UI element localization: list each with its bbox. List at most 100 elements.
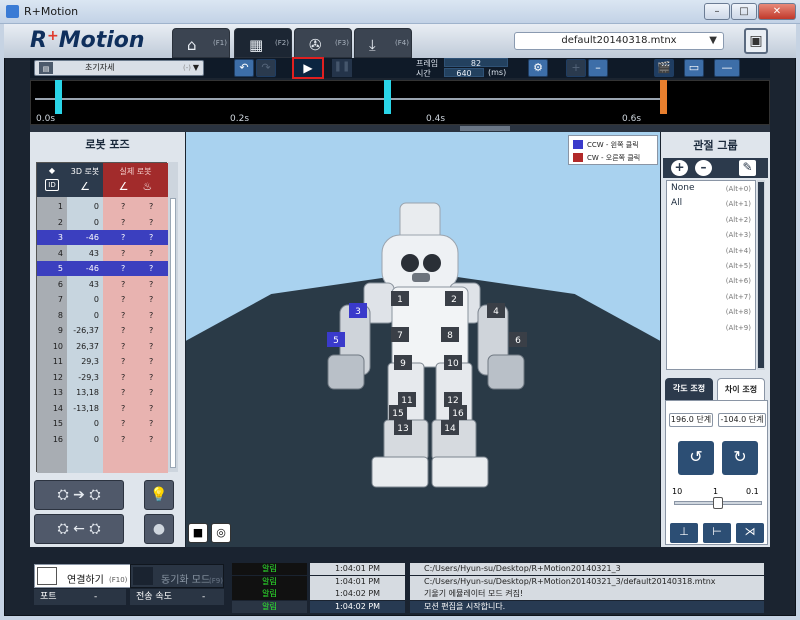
joint-real-angle: ?	[121, 372, 126, 382]
save-pose-button[interactable]: ▭	[684, 59, 704, 77]
table-row[interactable]: 1 0??	[37, 199, 168, 214]
remove-group-button[interactable]: –	[695, 160, 712, 176]
id-column-header: ◆ ID	[37, 163, 67, 197]
tab-home[interactable]: ⌂ (F1)	[172, 28, 230, 58]
joint-group-list: None (Alt+0) All (Alt+1) (Alt+2) (Alt+3) (Alt+…	[666, 180, 756, 370]
joint-3d-angle: 0	[93, 310, 99, 320]
joint-group-item[interactable]: (Alt+7)	[671, 291, 753, 306]
table-row[interactable]: 15 0??	[37, 416, 168, 431]
edit-group-button[interactable]: ✎	[739, 160, 756, 176]
play-button[interactable]: ▶	[292, 57, 324, 79]
send-to-real-button[interactable]: ⛭ ➔ ⛭	[34, 480, 124, 510]
cw-legend-text: CW - 오른쪽 클릭	[587, 154, 641, 162]
tab-angle-adjust[interactable]: 각도 조정	[665, 378, 713, 400]
timeline-scrollbar[interactable]	[30, 125, 770, 132]
undo-button[interactable]: ↶	[234, 59, 254, 77]
port-field[interactable]: 포트 -	[34, 589, 126, 605]
keyframe-marker[interactable]	[55, 80, 62, 114]
close-button[interactable]: ✕	[758, 3, 796, 20]
joint-group-item[interactable]: (Alt+9)	[671, 322, 753, 337]
step-left-value[interactable]: 196.0 단계	[669, 413, 713, 427]
scroll-thumb[interactable]	[758, 182, 764, 368]
joint-real-torque: ?	[149, 217, 154, 227]
pose-table-scrollbar[interactable]	[168, 162, 178, 472]
table-row[interactable]: 16 0??	[37, 432, 168, 447]
sync-mode-button[interactable]: 동기화 모드 (F9)	[130, 564, 224, 588]
clapper-button[interactable]: 🎬	[654, 59, 674, 77]
step-right-value[interactable]: -104.0 단계	[718, 413, 766, 427]
table-row[interactable]: 7 0??	[37, 292, 168, 307]
table-row[interactable]: 11 29,3??	[37, 354, 168, 369]
zoom-out-button[interactable]: –	[588, 59, 608, 77]
table-row[interactable]: 9 -26,37??	[37, 323, 168, 338]
pause-button[interactable]: ❚❚	[332, 59, 352, 77]
joint-group-item[interactable]: None (Alt+0)	[671, 183, 753, 198]
joint-group-item[interactable]: (Alt+4)	[671, 245, 753, 260]
file-dropdown[interactable]: default20140318.mtnx ▼	[514, 32, 724, 50]
pose-dropdown[interactable]: ▤ 초기자세 (-) ▼	[34, 60, 204, 76]
scroll-thumb[interactable]	[460, 126, 510, 131]
timeline-playhead[interactable]	[660, 80, 667, 114]
tab-diff-adjust[interactable]: 차이 조정	[717, 378, 765, 400]
joint-group-scrollbar[interactable]	[757, 180, 765, 370]
joint-group-item[interactable]: (Alt+3)	[671, 229, 753, 244]
axis-yaw-button[interactable]: ⋊	[736, 523, 764, 543]
joint-group-item[interactable]: (Alt+8)	[671, 306, 753, 321]
joint-group-item[interactable]: (Alt+5)	[671, 260, 753, 275]
table-row[interactable]: 3 -46??	[37, 230, 168, 245]
app-icon	[6, 5, 19, 18]
table-row[interactable]: 8 0??	[37, 308, 168, 323]
timeline[interactable]	[30, 80, 770, 125]
zoom-in-button[interactable]: +	[566, 59, 586, 77]
minimize-button[interactable]: –	[704, 3, 730, 20]
tab-download[interactable]: ⤓ (F4)	[354, 28, 412, 58]
table-row[interactable]: 2 0??	[37, 215, 168, 230]
joint-label: 12	[447, 396, 458, 406]
joint-group-item[interactable]: (Alt+6)	[671, 275, 753, 290]
baud-rate-field[interactable]: 전송 속도 -	[130, 589, 224, 605]
tab-reel[interactable]: ✇ (F3)	[294, 28, 352, 58]
step-scale-slider[interactable]	[674, 497, 762, 509]
joint-label: 10	[447, 359, 459, 369]
sync-checkbox[interactable]	[133, 567, 153, 585]
slider-knob[interactable]	[713, 497, 723, 509]
table-row[interactable]: 14 -13,18??	[37, 401, 168, 416]
torque-off-button[interactable]: ●	[144, 514, 174, 544]
table-row[interactable]: 13 13,18??	[37, 385, 168, 400]
rotate-cw-button[interactable]: ↻	[722, 441, 758, 475]
joint-real-torque: ?	[149, 434, 154, 444]
table-row[interactable]: 10 26,37??	[37, 339, 168, 354]
zoom-out-icon: –	[595, 61, 601, 74]
table-row[interactable]: 5 -46??	[37, 261, 168, 276]
log-level: 알림	[232, 563, 307, 575]
joint-group-item[interactable]: (Alt+2)	[671, 214, 753, 229]
connect-button[interactable]: 연결하기	[67, 571, 104, 586]
camera-icon[interactable]: ■	[188, 523, 208, 543]
keyframe-marker[interactable]	[384, 80, 391, 114]
maximize-button[interactable]: □	[731, 3, 757, 20]
rotate-ccw-button[interactable]: ↺	[678, 441, 714, 475]
settings-button[interactable]: ⚙	[528, 59, 548, 77]
joint-group-item[interactable]: All (Alt+1)	[671, 198, 753, 213]
target-icon[interactable]: ◎	[211, 523, 231, 543]
torque-on-button[interactable]: 💡	[144, 480, 174, 510]
scroll-thumb[interactable]	[170, 198, 176, 468]
connect-checkbox[interactable]	[37, 567, 57, 585]
redo-button[interactable]: ↷	[256, 59, 276, 77]
baud-rate-label: 전송 속도	[136, 592, 172, 602]
add-group-button[interactable]: +	[671, 160, 688, 176]
receive-from-real-button[interactable]: ⛭ ← ⛭	[34, 514, 124, 544]
joint-3d-angle: 0	[93, 434, 99, 444]
table-row[interactable]: 12 -29,3??	[37, 370, 168, 385]
remove-frame-button[interactable]: —	[714, 59, 740, 77]
frame-value[interactable]: 82	[444, 58, 508, 68]
axis-pitch-button[interactable]: ⊥	[670, 523, 698, 543]
panel-title: 관절 그룹	[693, 139, 738, 152]
table-row[interactable]: 4 43??	[37, 246, 168, 261]
save-file-button[interactable]: ▣	[744, 28, 768, 54]
tab-motion-edit[interactable]: ▦ (F2)	[234, 28, 292, 58]
robot-model[interactable]: 1 23 45 67 89 1011 1213 1415 16	[300, 195, 560, 495]
table-row[interactable]: 6 43??	[37, 277, 168, 292]
axis-roll-button[interactable]: ⊢	[703, 523, 731, 543]
time-value[interactable]: 640	[444, 68, 484, 78]
